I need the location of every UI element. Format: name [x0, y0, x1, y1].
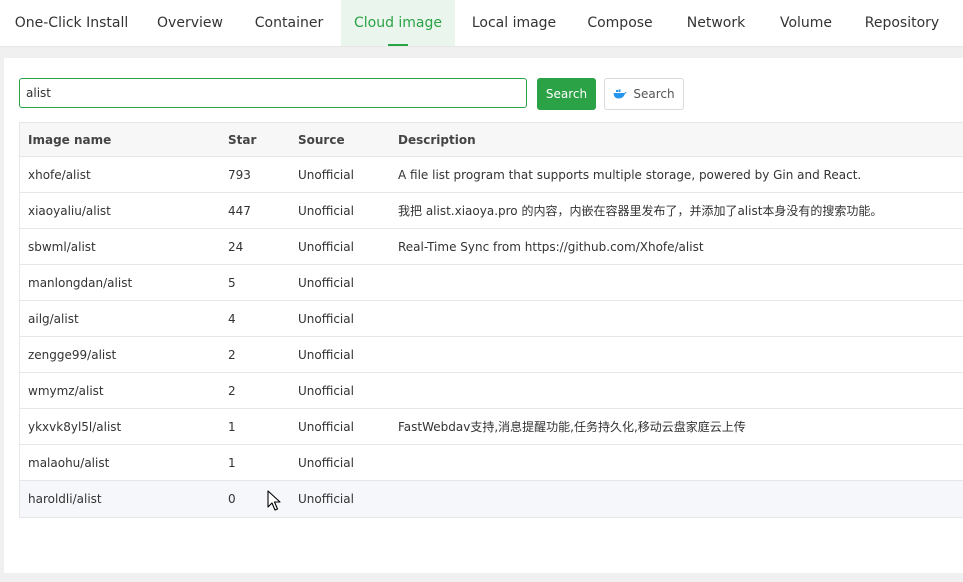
- table-row[interactable]: ykxvk8yl5l/alist 1 Unofficial FastWebdav…: [20, 409, 963, 445]
- image-name-cell: xhofe/alist: [28, 167, 91, 182]
- image-name-cell: zengge99/alist: [28, 347, 117, 362]
- star-count-cell: 2: [228, 383, 236, 398]
- source-cell: Unofficial: [298, 239, 354, 254]
- image-name-cell: xiaoyaliu/alist: [28, 203, 111, 218]
- description-cell: [398, 265, 958, 300]
- source-cell: Unofficial: [298, 492, 354, 506]
- star-count-cell: 1: [228, 419, 236, 434]
- source-cell: Unofficial: [298, 311, 354, 326]
- image-search-input[interactable]: [19, 78, 527, 108]
- star-count-cell: 24: [228, 239, 244, 254]
- column-header-description[interactable]: Description: [398, 123, 958, 156]
- table-header: Image name Star Source Description: [20, 123, 963, 157]
- column-header-source[interactable]: Source: [298, 123, 394, 156]
- tab-volume[interactable]: Volume: [765, 0, 847, 46]
- star-count-cell: 2: [228, 347, 236, 362]
- column-header-star[interactable]: Star: [228, 123, 294, 156]
- source-cell: Unofficial: [298, 167, 354, 182]
- tab-overview[interactable]: Overview: [142, 0, 238, 46]
- tab-one-click-install[interactable]: One-Click Install: [5, 0, 138, 46]
- star-count-cell: 0: [228, 492, 236, 506]
- tab-container[interactable]: Container: [242, 0, 336, 46]
- image-name-cell: wmymz/alist: [28, 383, 104, 398]
- star-count-cell: 793: [228, 167, 251, 182]
- image-name-cell: manlongdan/alist: [28, 275, 133, 290]
- table-row[interactable]: wmymz/alist 2 Unofficial: [20, 373, 963, 409]
- image-name-cell: ykxvk8yl5l/alist: [28, 419, 122, 434]
- image-name-cell: ailg/alist: [28, 311, 79, 326]
- tab-cloud-image[interactable]: Cloud image: [341, 0, 455, 46]
- source-cell: Unofficial: [298, 419, 354, 434]
- image-name-cell: sbwml/alist: [28, 239, 96, 254]
- docker-hub-search-button[interactable]: Search: [604, 78, 684, 110]
- star-count-cell: 5: [228, 275, 236, 290]
- image-results-table: Image name Star Source Description xhofe…: [19, 122, 963, 518]
- table-row[interactable]: haroldli/alist 0 Unofficial: [20, 481, 963, 517]
- table-row[interactable]: xiaoyaliu/alist 447 Unofficial 我把 alist.…: [20, 193, 963, 229]
- docker-whale-icon: [613, 89, 627, 99]
- table-row[interactable]: manlongdan/alist 5 Unofficial: [20, 265, 963, 301]
- description-cell: [398, 445, 958, 480]
- description-cell: Real-Time Sync from https://github.com/X…: [398, 239, 704, 254]
- tab-network[interactable]: Network: [672, 0, 760, 46]
- image-name-cell: malaohu/alist: [28, 455, 110, 470]
- description-cell: FastWebdav支持,消息提醒功能,任务持久化,移动云盘家庭云上传: [398, 420, 746, 434]
- description-cell: [398, 301, 958, 336]
- source-cell: Unofficial: [298, 347, 354, 362]
- source-cell: Unofficial: [298, 383, 354, 398]
- table-row[interactable]: xhofe/alist 793 Unofficial A file list p…: [20, 157, 963, 193]
- description-cell: [398, 481, 958, 517]
- description-cell: [398, 337, 958, 372]
- tab-bar: One-Click Install Overview Container Clo…: [0, 0, 963, 47]
- source-cell: Unofficial: [298, 455, 354, 470]
- column-header-image-name[interactable]: Image name: [28, 123, 224, 156]
- source-cell: Unofficial: [298, 203, 354, 218]
- description-cell: 我把 alist.xiaoya.pro 的内容，内嵌在容器里发布了，并添加了al…: [398, 204, 883, 218]
- search-button[interactable]: Search: [537, 78, 596, 110]
- table-row[interactable]: malaohu/alist 1 Unofficial: [20, 445, 963, 481]
- tab-repository[interactable]: Repository: [851, 0, 953, 46]
- description-cell: A file list program that supports multip…: [398, 167, 862, 182]
- description-cell: [398, 373, 958, 408]
- source-cell: Unofficial: [298, 275, 354, 290]
- image-name-cell: haroldli/alist: [28, 492, 102, 506]
- star-count-cell: 4: [228, 311, 236, 326]
- cloud-image-panel: Search Search Image name Star Source Des…: [4, 58, 963, 573]
- star-count-cell: 447: [228, 203, 251, 218]
- star-count-cell: 1: [228, 455, 236, 470]
- tab-local-image[interactable]: Local image: [460, 0, 568, 46]
- table-row[interactable]: zengge99/alist 2 Unofficial: [20, 337, 963, 373]
- table-row[interactable]: ailg/alist 4 Unofficial: [20, 301, 963, 337]
- tab-compose[interactable]: Compose: [573, 0, 667, 46]
- docker-search-label: Search: [633, 87, 675, 101]
- table-row[interactable]: sbwml/alist 24 Unofficial Real-Time Sync…: [20, 229, 963, 265]
